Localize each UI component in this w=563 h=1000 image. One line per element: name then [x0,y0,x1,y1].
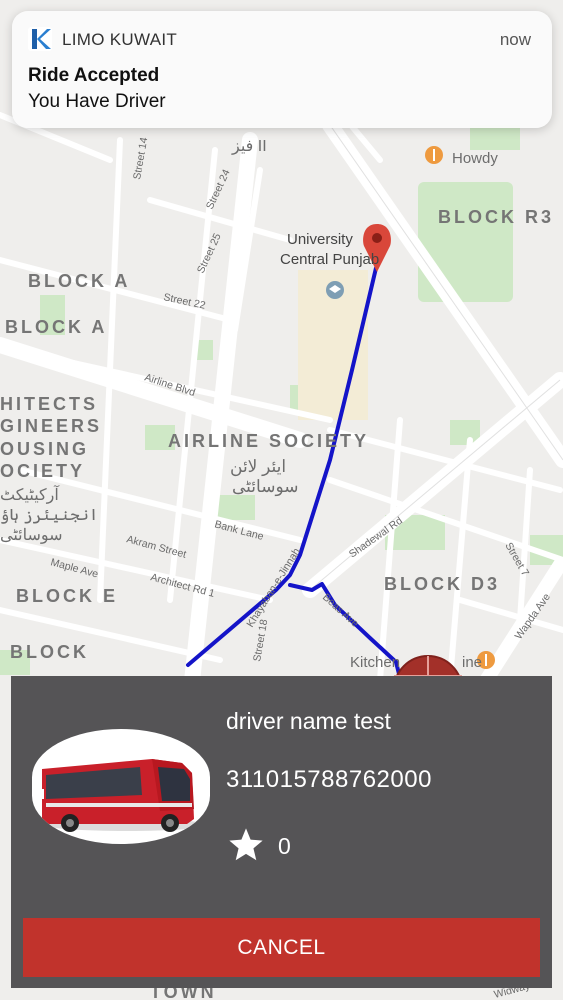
notification-title: Ride Accepted [28,65,160,86]
map-label: BLOCK D3 [384,574,500,594]
map-label: BLOCK E [16,586,118,606]
driver-rating: 0 [278,833,291,859]
poi-label: Howdy [452,150,498,167]
poi-label: University [287,231,353,248]
star-icon [229,828,263,861]
driver-name: driver name test [226,708,391,734]
poi-label: Central Punjab [280,251,379,268]
map-label: GINEERS [0,416,102,436]
driver-info-card: driver name test 311015788762000 0 CANCE… [11,676,552,988]
notification-body: You Have Driver [28,91,166,112]
poi-label: Kitchen [350,654,400,671]
map-label: ایئر لائن [230,457,286,477]
map-label: سوسائٹی [0,527,63,544]
driver-phone[interactable]: 311015788762000 [226,766,432,794]
map-label: آرکیٹیکٹ [0,484,60,504]
map-label: OUSING [0,439,89,459]
map-label: HITECTS [0,394,98,414]
map-label: BLOCK R3 [438,207,554,227]
map-label: BLOCK A [28,271,130,291]
map-label: BLOCK A [5,317,107,337]
bus-icon [40,759,209,832]
map-label: انجنیئرز ہاؤ [0,507,98,524]
map-label: AIRLINE SOCIETY [168,431,369,451]
university-poi-icon [326,281,344,299]
map-label: OCIETY [0,461,85,481]
map-label: سوسائٹی [232,477,298,497]
push-notification[interactable]: LIMO KUWAIT now Ride Accepted You Have D… [12,11,552,128]
cancel-button[interactable]: CANCEL [23,918,540,977]
vehicle-photo [32,729,210,844]
notification-time: now [499,30,531,49]
map-label: فیز II [231,138,267,155]
k-logo-icon [28,27,52,51]
poi-label: ine [462,654,482,671]
map-label: BLOCK [10,642,89,662]
notification-app-name: LIMO KUWAIT [62,30,178,49]
food-poi-icon [425,146,443,164]
